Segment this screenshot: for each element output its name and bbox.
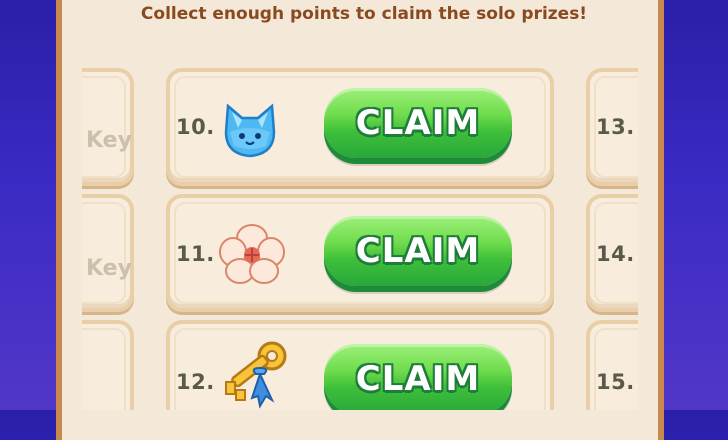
prize-number: 15. — [596, 370, 635, 394]
prize-card-13: 13. — [586, 68, 638, 186]
cotton-flower-icon — [218, 222, 286, 286]
prize-card-left-3 — [82, 320, 134, 410]
prize-card-10: 10. CLAIM — [166, 68, 554, 186]
claim-button[interactable]: CLAIM — [324, 344, 512, 410]
prize-card-12: 12. CLAIM — [166, 320, 554, 410]
claim-button-label: CLAIM — [355, 231, 481, 271]
prize-number: 11. — [176, 242, 215, 266]
claim-button-label: CLAIM — [355, 359, 481, 399]
prize-card-left-1: Key — [82, 68, 134, 186]
prize-number: 13. — [596, 115, 635, 139]
prize-card-left-2: Key — [82, 194, 134, 312]
prize-label-fragment: Key — [86, 128, 132, 153]
prize-card-14: 14. — [586, 194, 638, 312]
crystal-cat-icon — [220, 102, 280, 160]
prize-label-fragment: Key — [86, 256, 132, 281]
prize-card-15: 15. — [586, 320, 638, 410]
instruction-text: Collect enough points to claim the solo … — [140, 4, 588, 24]
prize-number: 10. — [176, 115, 215, 139]
prize-grid: Key Key 10. CLAIM 11. CLAIM 12. CLAIM 13… — [82, 62, 638, 410]
prize-number: 12. — [176, 370, 215, 394]
claim-button[interactable]: CLAIM — [324, 216, 512, 286]
claim-button[interactable]: CLAIM — [324, 88, 512, 158]
gold-key-icon — [216, 340, 292, 410]
prize-card-11: 11. CLAIM — [166, 194, 554, 312]
claim-button-label: CLAIM — [355, 103, 481, 143]
prize-number: 14. — [596, 242, 635, 266]
